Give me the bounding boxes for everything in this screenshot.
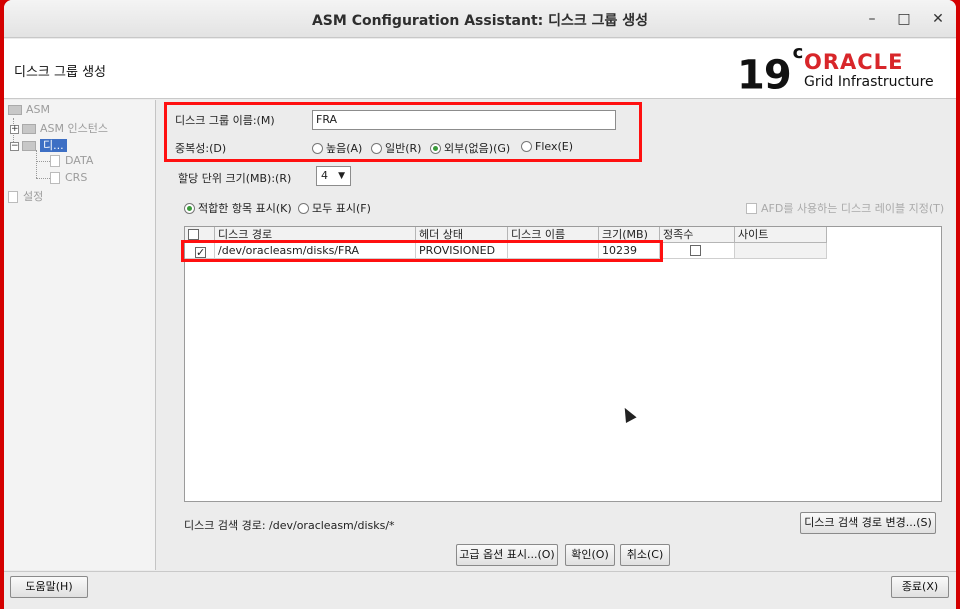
change-discovery-path-button[interactable]: 디스크 검색 경로 변경...(S)	[800, 512, 936, 534]
tree-item-label: ASM 인스턴스	[40, 122, 108, 135]
tree-line	[36, 161, 50, 162]
tree-item-label: CRS	[65, 171, 88, 184]
advanced-options-button[interactable]: 고급 옵션 표시...(O)	[456, 544, 558, 566]
redundancy-flex-radio[interactable]: Flex(E)	[521, 140, 573, 153]
asmca-window: ASM Configuration Assistant: 디스크 그룹 생성 –…	[4, 0, 956, 609]
exit-button[interactable]: 종료(X)	[891, 576, 949, 598]
redundancy-high-radio[interactable]: 높음(A)	[312, 140, 362, 156]
radio-icon	[298, 203, 309, 214]
tree-item-label: DATA	[65, 154, 94, 167]
tree-item-label: 디...	[40, 139, 67, 152]
checkbox-label: AFD를 사용하는 디스크 레이블 지정(T)	[761, 202, 945, 215]
redundancy-label: 중복성:(D)	[175, 142, 227, 155]
logo-version-suffix: c	[792, 42, 804, 63]
site-cell	[735, 243, 827, 259]
radio-icon	[312, 143, 323, 154]
afd-label-checkbox[interactable]: AFD를 사용하는 디스크 레이블 지정(T)	[746, 200, 944, 216]
checkbox-icon	[188, 229, 199, 240]
checkbox-icon	[690, 245, 701, 256]
disk-table: 디스크 경로 헤더 상태 디스크 이름 크기(MB) 정족수 사이트 ✓ /de…	[181, 226, 942, 502]
radio-label: 일반(R)	[385, 142, 422, 155]
navigation-tree: ASM + ASM 인스턴스 − 디... DATA CRS 설정	[4, 100, 156, 570]
radio-label: 모두 표시(F)	[312, 202, 371, 215]
col-quorum[interactable]: 정족수	[660, 227, 735, 243]
page-header: 디스크 그룹 생성 19 c ORACLE Grid Infrastructure	[4, 39, 956, 99]
discovery-path-label: 디스크 검색 경로: /dev/oracleasm/disks/*	[184, 519, 395, 532]
oracle-19c-logo: 19 c	[737, 42, 803, 99]
close-button[interactable]: ✕	[928, 9, 948, 29]
au-size-select[interactable]: 4 ▼	[316, 166, 351, 186]
expand-icon[interactable]: +	[10, 124, 19, 134]
redundancy-external-radio[interactable]: 외부(없음)(G)	[430, 140, 510, 156]
radio-label: 외부(없음)(G)	[444, 142, 511, 155]
show-eligible-radio[interactable]: 적합한 항목 표시(K)	[184, 200, 292, 216]
disk-row-highlight	[181, 240, 663, 262]
quorum-cell[interactable]	[660, 243, 735, 259]
collapse-icon[interactable]: −	[10, 141, 19, 151]
tree-line	[36, 178, 50, 179]
window-title: ASM Configuration Assistant: 디스크 그룹 생성	[311, 13, 649, 29]
ok-button[interactable]: 확인(O)	[565, 544, 615, 566]
radio-icon	[371, 143, 382, 154]
cancel-button[interactable]: 취소(C)	[620, 544, 670, 566]
tree-item-label: ASM	[26, 103, 50, 116]
radio-selected-icon	[430, 143, 441, 154]
tree-item-label: 설정	[23, 190, 44, 203]
checkbox-icon	[746, 203, 757, 214]
help-button[interactable]: 도움말(H)	[10, 576, 88, 598]
tree-item-disk-groups[interactable]: − 디...	[10, 137, 67, 153]
tree-item-settings[interactable]: 설정	[8, 188, 43, 204]
footer-divider	[4, 571, 956, 572]
redundancy-normal-radio[interactable]: 일반(R)	[371, 140, 421, 156]
settings-page-icon	[8, 191, 18, 203]
oracle-logo: ORACLE	[804, 50, 904, 74]
disk-group-form: 디스크 그룹 이름:(M) FRA 중복성:(D) 높음(A) 일반(R) 외부…	[160, 100, 950, 570]
folder-open-icon	[8, 105, 22, 115]
radio-label: 높음(A)	[326, 142, 363, 155]
disk-group-icon	[50, 155, 60, 167]
tree-item-asm-instances[interactable]: + ASM 인스턴스	[10, 120, 108, 136]
tree-item-asm[interactable]: ASM	[8, 103, 50, 119]
radio-label: Flex(E)	[535, 140, 574, 153]
tree-line	[36, 150, 37, 178]
radio-icon	[521, 141, 532, 152]
group-name-input[interactable]: FRA	[312, 110, 616, 130]
maximize-button[interactable]: □	[894, 9, 914, 29]
show-all-radio[interactable]: 모두 표시(F)	[298, 200, 371, 216]
title-bar: ASM Configuration Assistant: 디스크 그룹 생성 –…	[4, 0, 956, 38]
folder-open-icon	[22, 141, 36, 151]
product-name: Grid Infrastructure	[804, 74, 934, 90]
au-size-label: 할당 단위 크기(MB):(R)	[178, 172, 292, 185]
minimize-button[interactable]: –	[862, 9, 882, 29]
group-name-label: 디스크 그룹 이름:(M)	[175, 114, 275, 127]
tree-item-crs[interactable]: CRS	[50, 171, 87, 187]
logo-version: 19	[737, 52, 792, 99]
radio-selected-icon	[184, 203, 195, 214]
radio-label: 적합한 항목 표시(K)	[198, 202, 292, 215]
au-size-value: 4	[321, 169, 328, 182]
col-site[interactable]: 사이트	[735, 227, 827, 243]
dropdown-arrow-icon: ▼	[338, 171, 345, 181]
folder-icon	[22, 124, 36, 134]
disk-group-icon	[50, 172, 60, 184]
tree-item-data[interactable]: DATA	[50, 154, 93, 170]
page-title: 디스크 그룹 생성	[14, 65, 106, 80]
